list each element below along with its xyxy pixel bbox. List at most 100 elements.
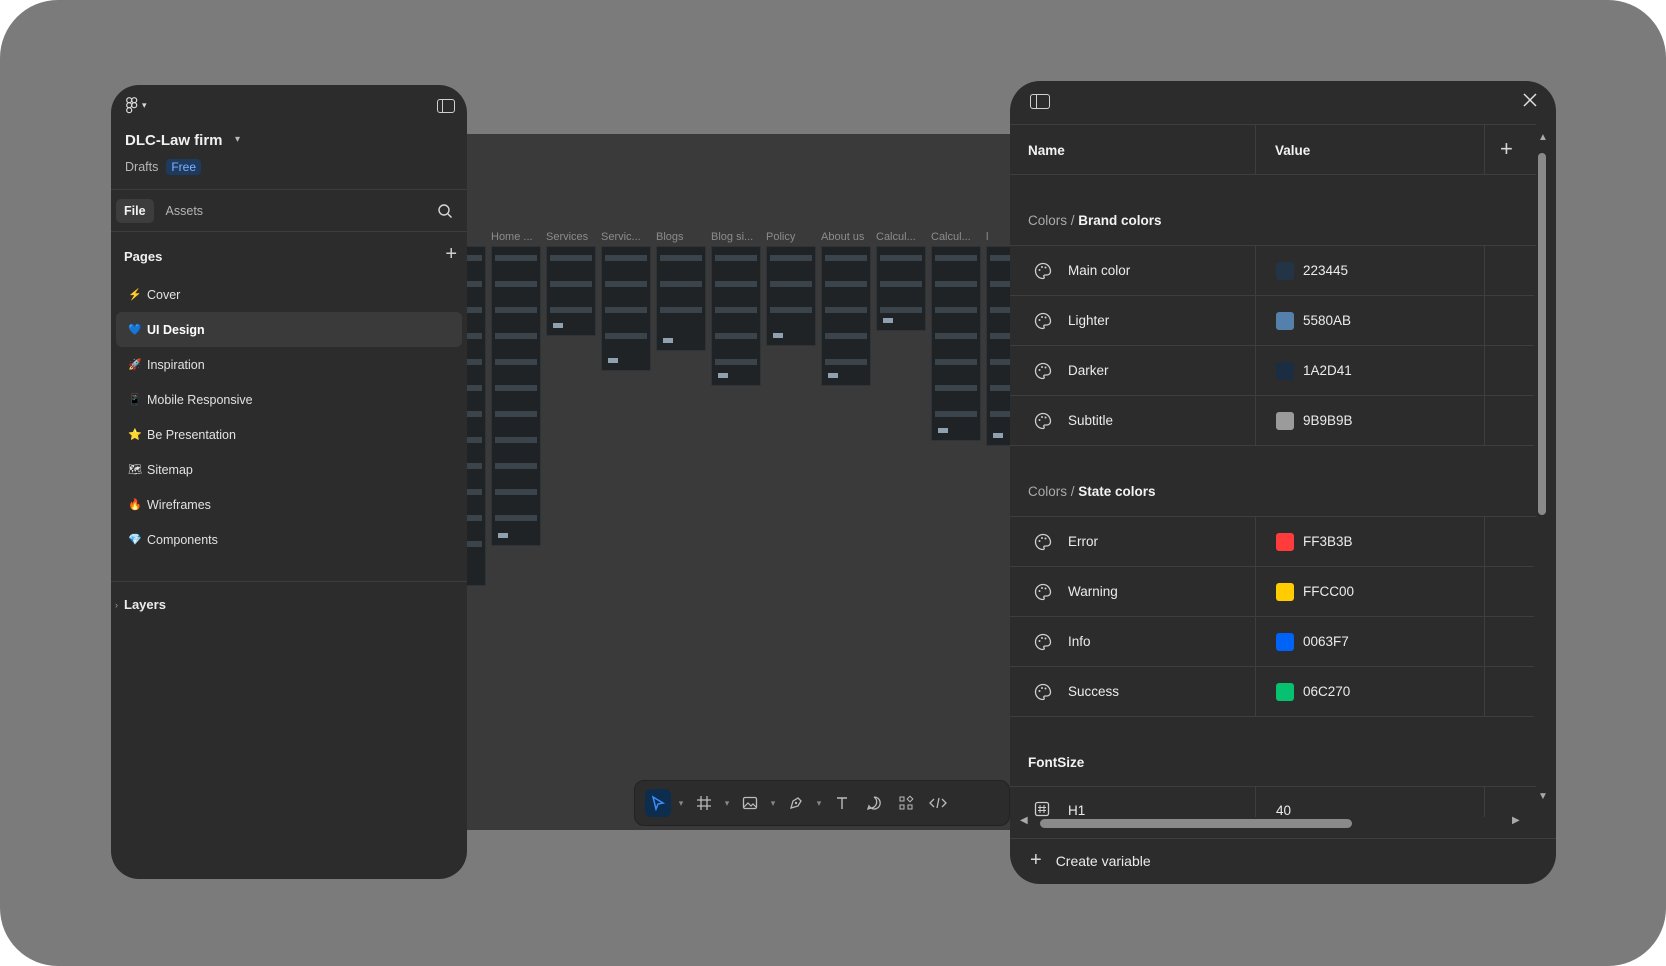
comment-icon[interactable] [861,789,887,817]
image-caret-icon[interactable]: ▾ [769,798,777,809]
image-icon[interactable] [737,789,763,817]
chevron-right-icon: › [115,599,118,610]
page-label: Be Presentation [147,427,236,442]
frame-label[interactable]: Home ... [491,231,541,243]
scroll-up-arrow-icon[interactable]: ▲ [1538,132,1548,143]
frame-label[interactable]: Calcul... [876,231,926,243]
divider [1484,517,1485,566]
frame-label[interactable]: Blogs [656,231,706,243]
color-palette-icon [1034,362,1052,380]
sidebar-toggle-icon[interactable] [437,99,455,113]
tab-assets[interactable]: Assets [158,199,212,223]
frame-caret-icon[interactable]: ▾ [723,798,731,809]
pen-caret-icon[interactable]: ▾ [815,798,823,809]
frame-icon[interactable] [691,789,717,817]
main-menu-button[interactable]: ▾ [126,97,147,114]
scroll-left-arrow-icon[interactable]: ◀ [1020,815,1028,826]
variable-row[interactable]: Subtitle 9B9B9B [1010,396,1534,446]
color-swatch[interactable] [1276,362,1294,380]
search-icon[interactable] [437,203,453,224]
group-heading-fontsize[interactable]: FontSize [1028,755,1084,770]
frame-label[interactable]: Calcul... [931,231,981,243]
page-item-cover[interactable]: ⚡ Cover [116,277,462,312]
create-variable-button[interactable]: + Create variable [1030,849,1151,872]
frame-thumbnail[interactable] [766,246,816,346]
page-item-wireframes[interactable]: 🔥 Wireframes [116,487,462,522]
variable-row[interactable]: Warning FFCC00 [1010,567,1534,617]
color-swatch[interactable] [1276,312,1294,330]
drafts-label[interactable]: Drafts [125,160,158,174]
pen-icon[interactable] [783,789,809,817]
page-item-components[interactable]: 💎 Components [116,522,462,557]
frame-thumbnail[interactable] [491,246,541,546]
add-mode-icon[interactable]: + [1500,136,1513,162]
frame-thumbnail[interactable] [931,246,981,441]
text-icon[interactable] [829,789,855,817]
project-menu-chevron-icon[interactable]: ▾ [235,134,240,145]
variable-row[interactable]: Main color 223445 [1010,246,1534,296]
components-icon[interactable] [893,789,919,817]
variable-row[interactable]: Success 06C270 [1010,667,1534,717]
code-icon[interactable] [925,789,951,817]
color-swatch[interactable] [1276,683,1294,701]
frame-label[interactable]: Services [546,231,596,243]
frame-thumbnail[interactable] [546,246,596,336]
variable-value[interactable]: 223445 [1303,263,1348,278]
divider [1484,396,1485,445]
page-item-be-presentation[interactable]: ⭐ Be Presentation [116,417,462,452]
variable-value[interactable]: 0063F7 [1303,634,1349,649]
variable-value[interactable]: FF3B3B [1303,534,1353,549]
page-item-ui-design[interactable]: 💙 UI Design [116,312,462,347]
mobile-phone-icon: 📱 [128,394,142,406]
frame-thumbnail[interactable] [876,246,926,331]
frame-thumbnail[interactable] [821,246,871,386]
color-swatch[interactable] [1276,633,1294,651]
variable-row[interactable]: Darker 1A2D41 [1010,346,1534,396]
variable-row[interactable]: H1 40 [1010,787,1534,817]
group-heading-state-colors[interactable]: Colors / State colors [1028,484,1156,499]
page-item-mobile-responsive[interactable]: 📱 Mobile Responsive [116,382,462,417]
color-swatch[interactable] [1276,533,1294,551]
color-swatch[interactable] [1276,262,1294,280]
close-icon[interactable] [1522,91,1538,114]
frame-label[interactable]: About us [821,231,871,243]
group-heading-brand-colors[interactable]: Colors / Brand colors [1028,213,1162,228]
name-column-header[interactable]: Name [1028,143,1065,158]
frame-thumbnail[interactable] [601,246,651,371]
frame-label[interactable]: Blog si... [711,231,761,243]
plan-badge[interactable]: Free [166,159,202,175]
color-swatch[interactable] [1276,583,1294,601]
tab-file[interactable]: File [116,199,154,223]
sidebar-toggle-icon[interactable] [1030,94,1050,109]
frame-thumbnail[interactable] [711,246,761,386]
variable-row[interactable]: Lighter 5580AB [1010,296,1534,346]
scroll-down-arrow-icon[interactable]: ▼ [1538,791,1548,802]
variable-value[interactable]: 06C270 [1303,684,1350,699]
project-title[interactable]: DLC-Law firm [125,132,223,149]
frame-label[interactable]: l [986,231,1010,243]
value-column-header[interactable]: Value [1275,143,1310,158]
color-palette-icon [1034,262,1052,280]
variable-value[interactable]: 5580AB [1303,313,1351,328]
variable-row[interactable]: Info 0063F7 [1010,617,1534,667]
variable-value[interactable]: FFCC00 [1303,584,1354,599]
page-item-inspiration[interactable]: 🚀 Inspiration [116,347,462,382]
frame-label[interactable]: Servic... [601,231,651,243]
color-swatch[interactable] [1276,412,1294,430]
add-page-icon[interactable]: + [445,243,457,266]
variable-value[interactable]: 9B9B9B [1303,413,1353,428]
layers-section-toggle[interactable]: › Layers [115,597,166,612]
vertical-scrollbar[interactable] [1538,153,1546,515]
variable-value[interactable]: 40 [1276,803,1291,817]
page-item-sitemap[interactable]: 🗺 Sitemap [116,452,462,487]
horizontal-scrollbar[interactable] [1040,819,1352,828]
design-canvas[interactable]: e V1Home ...ServicesServic...BlogsBlog s… [436,134,1036,830]
move-caret-icon[interactable]: ▾ [677,798,685,809]
variable-row[interactable]: Error FF3B3B [1010,517,1534,567]
scroll-right-arrow-icon[interactable]: ▶ [1512,815,1520,826]
variable-value[interactable]: 1A2D41 [1303,363,1352,378]
frame-labels: e V1Home ...ServicesServic...BlogsBlog s… [440,231,1010,245]
frame-thumbnail[interactable] [656,246,706,351]
move-icon[interactable] [645,789,671,817]
frame-label[interactable]: Policy [766,231,816,243]
